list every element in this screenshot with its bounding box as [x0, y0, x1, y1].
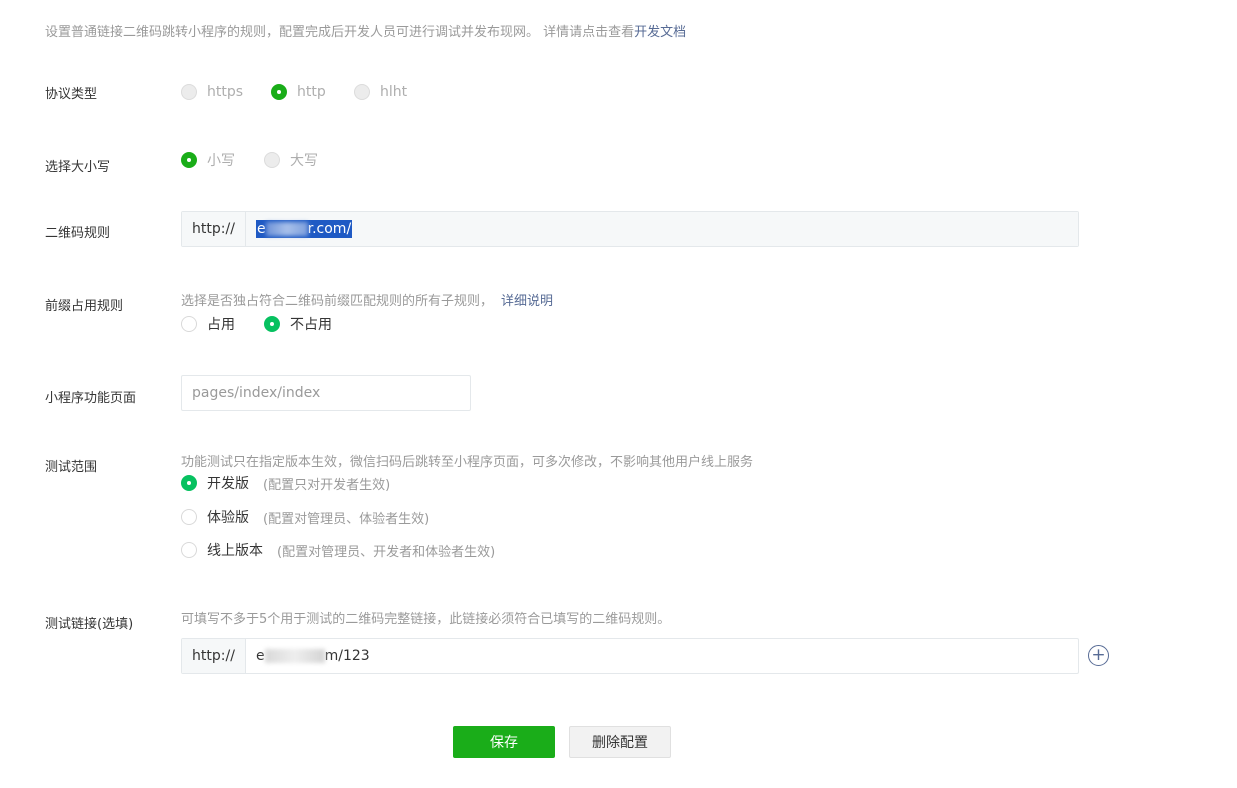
test-link-value-start: e — [256, 648, 265, 664]
radio-scope-trial[interactable]: 体验版 (配置对管理员、体验者生效) — [181, 507, 429, 527]
radio-checked-icon — [271, 84, 287, 100]
qr-rule-prefix: http:// — [182, 212, 246, 246]
radio-checked-icon — [181, 152, 197, 168]
radio-label: https — [207, 84, 244, 100]
radio-label: 大写 — [290, 153, 318, 169]
page-description: 设置普通链接二维码跳转小程序的规则，配置完成后开发人员可进行调试并发布现网。 详… — [45, 21, 686, 40]
radio-scope-dev[interactable]: 开发版 (配置只对开发者生效) — [181, 473, 390, 493]
radio-label: hlht — [380, 84, 408, 100]
dev-doc-link[interactable]: 开发文档 — [634, 25, 686, 40]
radio-icon — [354, 84, 370, 100]
test-link-hint: 可填写不多于5个用于测试的二维码完整链接，此链接必须符合已填写的二维码规则。 — [181, 612, 671, 627]
radio-label: 不占用 — [290, 317, 332, 333]
radio-label: 小写 — [207, 153, 235, 169]
test-scope-hint: 功能测试只在指定版本生效，微信扫码后跳转至小程序页面，可多次修改，不影响其他用户… — [181, 455, 754, 470]
case-label: 选择大小写 — [45, 160, 111, 175]
radio-label: 占用 — [207, 317, 235, 333]
radio-checked-icon — [264, 316, 280, 332]
qr-rule-value-start: e — [257, 221, 266, 237]
radio-scope-online[interactable]: 线上版本 (配置对管理员、开发者和体验者生效) — [181, 540, 495, 560]
test-link-input-group: http:// e m/123 — [181, 638, 1079, 674]
prefix-rule-hint-text: 选择是否独占符合二维码前缀匹配规则的所有子规则， — [181, 294, 494, 309]
test-link-label: 测试链接(选填) — [45, 617, 134, 632]
radio-protocol-http[interactable]: http — [271, 84, 326, 100]
qr-rule-input[interactable]: e r.com/ — [246, 212, 1078, 246]
radio-case-upper: 大写 — [264, 150, 318, 170]
radio-label: http — [297, 84, 326, 100]
radio-icon — [181, 316, 197, 332]
radio-icon — [264, 152, 280, 168]
plus-circle-icon[interactable]: + — [1088, 645, 1109, 666]
page-label: 小程序功能页面 — [45, 391, 137, 406]
radio-label: 线上版本 — [207, 543, 263, 559]
redacted-text — [265, 222, 308, 236]
radio-icon — [181, 542, 197, 558]
qr-rule-label: 二维码规则 — [45, 226, 111, 241]
test-scope-label: 测试范围 — [45, 460, 98, 475]
detail-link[interactable]: 详细说明 — [501, 294, 553, 309]
radio-protocol-hlht: hlht — [354, 84, 407, 100]
delete-config-button[interactable]: 删除配置 — [569, 726, 671, 758]
protocol-label: 协议类型 — [45, 87, 98, 102]
prefix-rule-label: 前缀占用规则 — [45, 299, 124, 314]
radio-icon — [181, 509, 197, 525]
radio-note: (配置对管理员、体验者生效) — [263, 511, 430, 527]
save-button[interactable]: 保存 — [453, 726, 555, 758]
test-link-prefix: http:// — [182, 639, 246, 673]
radio-prefix-occupy[interactable]: 占用 — [181, 314, 235, 334]
page-path-input[interactable]: pages/index/index — [181, 375, 471, 411]
radio-note: (配置只对开发者生效) — [263, 477, 391, 493]
radio-icon — [181, 84, 197, 100]
radio-case-lower[interactable]: 小写 — [181, 150, 235, 170]
test-link-value-end: m/123 — [324, 648, 370, 664]
description-text: 设置普通链接二维码跳转小程序的规则，配置完成后开发人员可进行调试并发布现网。 详… — [45, 25, 635, 40]
radio-checked-icon — [181, 475, 197, 491]
radio-label: 开发版 — [207, 476, 249, 492]
radio-label: 体验版 — [207, 510, 249, 526]
qr-rule-input-group: http:// e r.com/ — [181, 211, 1079, 247]
radio-protocol-https: https — [181, 84, 243, 100]
selected-text: e r.com/ — [256, 220, 353, 238]
test-link-input[interactable]: e m/123 — [246, 639, 1078, 673]
prefix-rule-hint: 选择是否独占符合二维码前缀匹配规则的所有子规则， 详细说明 — [181, 290, 553, 309]
qr-rule-value-end: r.com/ — [307, 221, 352, 237]
radio-note: (配置对管理员、开发者和体验者生效) — [277, 544, 496, 560]
redacted-text — [264, 649, 325, 663]
radio-prefix-not-occupy[interactable]: 不占用 — [264, 314, 332, 334]
